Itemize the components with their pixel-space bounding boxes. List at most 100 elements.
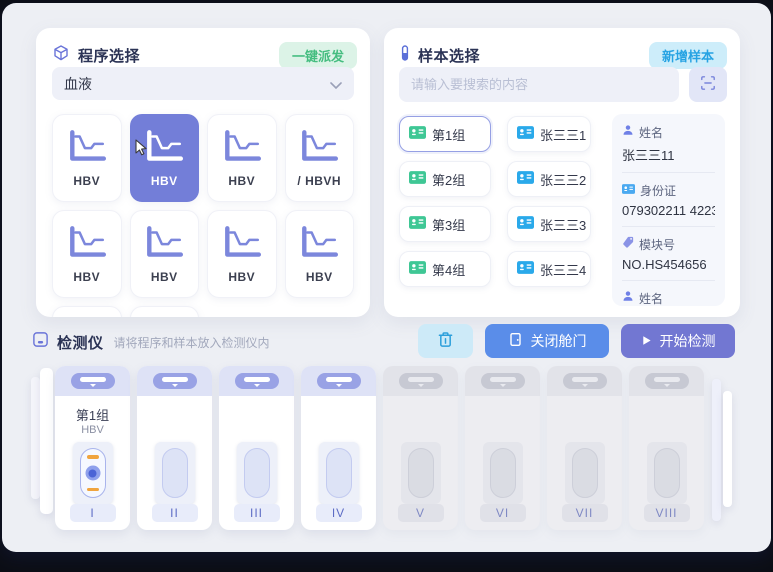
group-item-label: 第4组 xyxy=(432,262,466,278)
program-card[interactable]: HBV xyxy=(52,210,122,298)
slot-handle-icon[interactable] xyxy=(480,373,525,389)
detector-slot[interactable]: VI xyxy=(465,366,540,530)
program-card[interactable]: HBV xyxy=(129,306,199,317)
chart-icon xyxy=(143,128,185,169)
program-card[interactable]: HBV xyxy=(129,114,199,202)
tray-stack-right-front xyxy=(723,391,732,507)
cartridge-well xyxy=(400,442,441,504)
slot-program-label: HBV xyxy=(81,424,104,436)
slot-program-label xyxy=(465,424,540,437)
group-item[interactable]: 第4组 xyxy=(399,251,491,287)
category-dropdown[interactable]: 血液 xyxy=(52,67,354,100)
add-sample-button[interactable]: 新增样本 xyxy=(648,41,727,69)
scan-icon xyxy=(700,75,716,94)
cartridge-well xyxy=(564,442,605,504)
slot-numeral: VII xyxy=(561,504,608,522)
program-card[interactable]: HBV xyxy=(52,306,122,317)
slot-header xyxy=(383,366,458,396)
slot-handle-icon[interactable] xyxy=(234,373,279,389)
slot-handle-icon[interactable] xyxy=(562,373,607,389)
start-detection-button[interactable]: 开始检测 xyxy=(621,324,735,358)
cartridge-icon xyxy=(407,448,434,498)
group-list: 第1组 第2组 第3组 第4组 xyxy=(399,116,491,287)
detector-slot[interactable]: II xyxy=(137,366,212,530)
cartridge-icon xyxy=(325,448,352,498)
program-card[interactable]: HBV xyxy=(207,114,277,202)
slot-numeral: III xyxy=(233,504,280,522)
detail-field-label: 姓名 xyxy=(639,291,664,306)
detector-slot[interactable]: VII xyxy=(547,366,622,530)
detail-field-label: 身份证 xyxy=(640,183,677,198)
cartridge-icon xyxy=(243,448,270,498)
slot-program-label xyxy=(301,424,376,437)
detector-slot[interactable]: IV xyxy=(301,366,376,530)
detail-field-value: 079302211 4223444422 xyxy=(622,203,715,218)
detector-title: 检测仪 xyxy=(57,334,104,352)
scan-button[interactable] xyxy=(689,67,727,102)
slot-group-label xyxy=(465,405,540,421)
program-card[interactable]: HBV xyxy=(129,210,199,298)
clear-button[interactable] xyxy=(418,324,473,358)
sample-item[interactable]: 张三三2 xyxy=(507,161,591,197)
sample-selection-panel: 样本选择 新增样本 第1组 第2组 第3组 第4 xyxy=(384,28,740,317)
program-card-label: HBV xyxy=(73,270,101,284)
slot-header xyxy=(55,366,130,396)
tray-stack-left-back xyxy=(31,377,40,499)
slot-header xyxy=(465,366,540,396)
cartridge-icon xyxy=(571,448,598,498)
chevron-down-icon xyxy=(330,76,342,92)
program-card[interactable]: HBV xyxy=(207,210,277,298)
dispatch-button[interactable]: 一键派发 xyxy=(278,41,357,69)
detail-field-label: 模块号 xyxy=(639,237,676,252)
group-item[interactable]: 第3组 xyxy=(399,206,491,242)
program-card-label: HBV xyxy=(305,270,333,284)
cartridge-well xyxy=(318,442,359,504)
slot-program-label xyxy=(383,424,458,437)
group-item[interactable]: 第2组 xyxy=(399,161,491,197)
slot-handle-icon[interactable] xyxy=(152,373,197,389)
category-dropdown-value: 血液 xyxy=(64,75,92,92)
detail-field: 姓名 张三三11 xyxy=(622,123,715,173)
program-card[interactable]: HBV xyxy=(284,210,354,298)
tray-stack-left-front xyxy=(40,368,53,514)
sample-item[interactable]: 张三三1 xyxy=(507,116,591,152)
door-icon xyxy=(508,332,523,350)
trash-icon xyxy=(438,331,453,351)
slot-group-label xyxy=(547,405,622,421)
cartridge-well xyxy=(482,442,523,504)
sample-item-label: 张三三4 xyxy=(540,262,587,278)
program-card[interactable]: / HBVH xyxy=(284,114,354,202)
sample-list: 张三三1 张三三2 张三三3 张三三4 xyxy=(507,116,591,287)
chart-icon xyxy=(298,128,340,169)
slot-numeral: V xyxy=(397,504,444,522)
detector-slot[interactable]: V xyxy=(383,366,458,530)
group-item[interactable]: 第1组 xyxy=(399,116,491,152)
detail-field: 姓名 张三三12 xyxy=(622,289,715,306)
cartridge-icon xyxy=(79,448,106,498)
detector-header: 检测仪 请将程序和样本放入检测仪内 xyxy=(32,325,270,359)
detector-slot[interactable]: 第1组 HBV I xyxy=(55,366,130,530)
detector-slot[interactable]: VIII xyxy=(629,366,704,530)
slot-program-label xyxy=(137,424,212,437)
program-card-label: HBV xyxy=(73,174,101,188)
close-door-button[interactable]: 关闭舱门 xyxy=(485,324,609,358)
sample-item-label: 张三三2 xyxy=(540,172,587,188)
slot-header xyxy=(219,366,294,396)
tag-icon xyxy=(622,235,634,253)
program-card[interactable]: HBV xyxy=(52,114,122,202)
slot-handle-icon[interactable] xyxy=(316,373,361,389)
slot-handle-icon[interactable] xyxy=(644,373,689,389)
slot-handle-icon[interactable] xyxy=(70,373,115,389)
slot-group-label: 第1组 xyxy=(75,408,110,423)
device-icon xyxy=(32,331,49,353)
slot-handle-icon[interactable] xyxy=(398,373,443,389)
sample-item[interactable]: 张三三4 xyxy=(507,251,591,287)
detector-slot[interactable]: III xyxy=(219,366,294,530)
sample-item[interactable]: 张三三3 xyxy=(507,206,591,242)
id-card-icon xyxy=(517,261,534,277)
id-card-icon xyxy=(517,126,534,142)
search-input[interactable] xyxy=(399,67,679,102)
chart-icon xyxy=(66,128,108,169)
play-icon xyxy=(641,333,652,349)
slot-group-label xyxy=(383,405,458,421)
